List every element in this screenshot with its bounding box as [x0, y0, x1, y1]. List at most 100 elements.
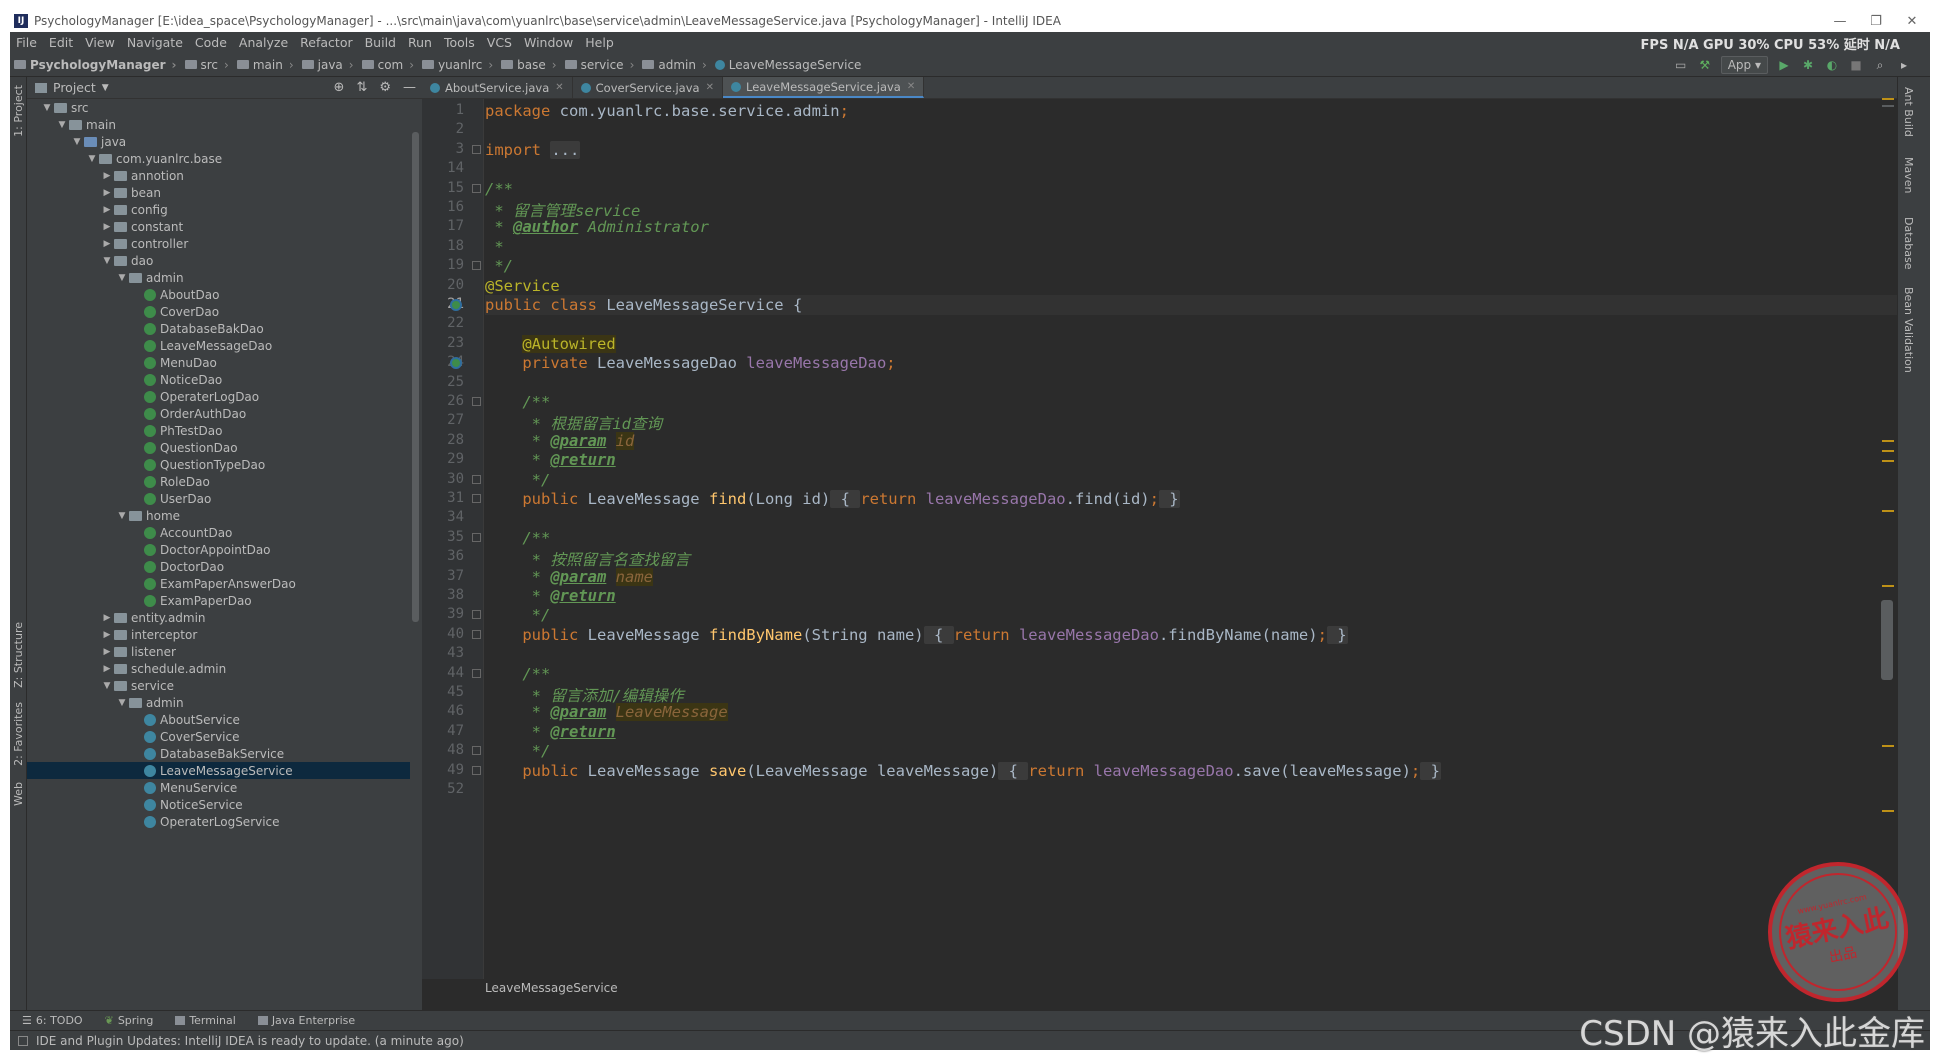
tree-file[interactable]: RoleDao	[27, 473, 410, 490]
tree-file[interactable]: NoticeDao	[27, 371, 410, 388]
error-stripe-marker[interactable]	[1882, 450, 1894, 452]
editor-scrollbar[interactable]	[1881, 600, 1893, 680]
minimize-button[interactable]: —	[1822, 10, 1858, 32]
tree-folder[interactable]: ▶ annotion	[27, 167, 410, 184]
tree-file[interactable]: DoctorDao	[27, 558, 410, 575]
code-editor[interactable]: package com.yuanlrc.base.service.admin; i…	[485, 99, 1915, 979]
database-tool-button[interactable]: Database	[1902, 217, 1915, 270]
favorites-tool-button[interactable]: 2: Favorites	[12, 702, 25, 766]
tree-folder[interactable]: ▼ main	[27, 116, 410, 133]
error-stripe-marker[interactable]	[1882, 745, 1894, 747]
menu-code[interactable]: Code	[189, 35, 233, 50]
breadcrumb-src[interactable]: src ›	[181, 58, 233, 72]
web-tool-button[interactable]: Web	[12, 782, 25, 806]
tree-file[interactable]: CoverDao	[27, 303, 410, 320]
menu-vcs[interactable]: VCS	[481, 35, 518, 50]
menu-edit[interactable]: Edit	[43, 35, 79, 50]
close-button[interactable]: ✕	[1894, 10, 1930, 32]
close-tab-icon[interactable]: ✕	[555, 82, 563, 93]
fold-toggle-icon[interactable]	[472, 765, 481, 775]
tree-folder[interactable]: ▶ listener	[27, 643, 410, 660]
tree-file[interactable]: MenuDao	[27, 354, 410, 371]
breadcrumb-project[interactable]: PsychologyManager ›	[10, 58, 181, 72]
todo-tool-button[interactable]: ☰ 6: TODO	[22, 1014, 83, 1027]
menu-tools[interactable]: Tools	[438, 35, 481, 50]
chevron-down-icon[interactable]: ▼	[115, 273, 129, 283]
tree-file[interactable]: AboutService	[27, 711, 410, 728]
close-tab-icon[interactable]: ✕	[907, 81, 915, 92]
chevron-right-icon[interactable]: ▶	[100, 613, 114, 623]
window-layout-icon[interactable]: ▭	[1673, 57, 1689, 73]
fold-toggle-icon[interactable]	[472, 261, 481, 271]
breadcrumb-java[interactable]: java ›	[298, 58, 358, 72]
chevron-down-icon[interactable]: ▼	[115, 511, 129, 521]
chevron-right-icon[interactable]: ▶	[100, 171, 114, 181]
tab-about-service[interactable]: AboutService.java ✕	[422, 77, 573, 98]
chevron-down-icon[interactable]: ▼	[85, 154, 99, 164]
collapse-all-icon[interactable]: ⇅	[356, 80, 367, 95]
tree-file[interactable]: OperaterLogDao	[27, 388, 410, 405]
tree-folder[interactable]: ▼ admin	[27, 694, 410, 711]
tab-leave-message-service[interactable]: LeaveMessageService.java ✕	[722, 77, 925, 98]
chevron-right-icon[interactable]: ▶	[100, 222, 114, 232]
menu-file[interactable]: File	[10, 35, 43, 50]
status-toggle-icon[interactable]	[18, 1035, 28, 1046]
chevron-right-icon[interactable]: ▶	[100, 205, 114, 215]
fold-toggle-icon[interactable]	[472, 668, 481, 678]
terminal-tool-button[interactable]: Terminal	[175, 1014, 236, 1027]
tree-folder[interactable]: ▼ src	[27, 99, 410, 116]
tree-folder[interactable]: ▶ entity.admin	[27, 609, 410, 626]
project-panel-title[interactable]: Project	[53, 80, 96, 95]
tree-file[interactable]: LeaveMessageDao	[27, 337, 410, 354]
menu-build[interactable]: Build	[359, 35, 402, 50]
tree-file[interactable]: OrderAuthDao	[27, 405, 410, 422]
tree-folder[interactable]: ▼ service	[27, 677, 410, 694]
fold-toggle-icon[interactable]	[472, 746, 481, 756]
run-icon[interactable]: ▶	[1776, 57, 1792, 73]
tree-folder[interactable]: ▶ constant	[27, 218, 410, 235]
menu-view[interactable]: View	[79, 35, 121, 50]
tree-folder[interactable]: ▶ interceptor	[27, 626, 410, 643]
tree-file[interactable]: ExamPaperDao	[27, 592, 410, 609]
breadcrumb-admin[interactable]: admin ›	[638, 58, 710, 72]
tree-file[interactable]: NoticeService	[27, 796, 410, 813]
ant-build-tool-button[interactable]: Ant Build	[1902, 87, 1915, 137]
tree-file[interactable]: LeaveMessageService	[27, 762, 410, 779]
line-number-gutter[interactable]: 1231415161718192021222324252627282930313…	[422, 99, 484, 979]
tree-folder[interactable]: ▶ schedule.admin	[27, 660, 410, 677]
tree-folder[interactable]: ▼ dao	[27, 252, 410, 269]
gear-icon[interactable]: ⚙	[379, 80, 391, 95]
tree-file[interactable]: OperaterLogService	[27, 813, 410, 830]
tree-file[interactable]: QuestionDao	[27, 439, 410, 456]
chevron-right-icon[interactable]: ▶	[100, 664, 114, 674]
locate-icon[interactable]: ⊕	[334, 80, 345, 95]
error-stripe-marker[interactable]	[1882, 510, 1894, 512]
build-hammer-icon[interactable]: ⚒	[1697, 57, 1713, 73]
fold-toggle-icon[interactable]	[472, 397, 481, 406]
tree-file[interactable]: ExamPaperAnswerDao	[27, 575, 410, 592]
tree-file[interactable]: QuestionTypeDao	[27, 456, 410, 473]
menu-window[interactable]: Window	[518, 35, 579, 50]
breadcrumb-class[interactable]: LeaveMessageService	[711, 58, 866, 72]
fold-toggle-icon[interactable]	[472, 610, 481, 620]
tree-folder[interactable]: ▼ admin	[27, 269, 410, 286]
close-tab-icon[interactable]: ✕	[706, 82, 714, 93]
tree-file[interactable]: UserDao	[27, 490, 410, 507]
error-stripe-marker[interactable]	[1882, 460, 1894, 462]
structure-tool-button[interactable]: Z: Structure	[12, 622, 25, 688]
error-stripe-marker[interactable]	[1882, 105, 1894, 107]
tree-folder[interactable]: ▶ bean	[27, 184, 410, 201]
search-icon[interactable]: ⌕	[1872, 57, 1888, 73]
chevron-down-icon[interactable]: ▼	[100, 256, 114, 266]
chevron-right-icon[interactable]: ▶	[100, 188, 114, 198]
project-tool-button[interactable]: 1: Project	[12, 85, 25, 137]
chevron-right-icon[interactable]: ▶	[100, 239, 114, 249]
stop-icon[interactable]: ■	[1848, 57, 1864, 73]
breadcrumb-base[interactable]: base ›	[497, 58, 560, 72]
chevron-down-icon[interactable]: ▼	[115, 698, 129, 708]
coverage-icon[interactable]: ◐	[1824, 57, 1840, 73]
tree-file[interactable]: PhTestDao	[27, 422, 410, 439]
tree-file[interactable]: DatabaseBakDao	[27, 320, 410, 337]
maven-tool-button[interactable]: Maven	[1902, 157, 1915, 193]
java-enterprise-tool-button[interactable]: Java Enterprise	[257, 1014, 355, 1027]
